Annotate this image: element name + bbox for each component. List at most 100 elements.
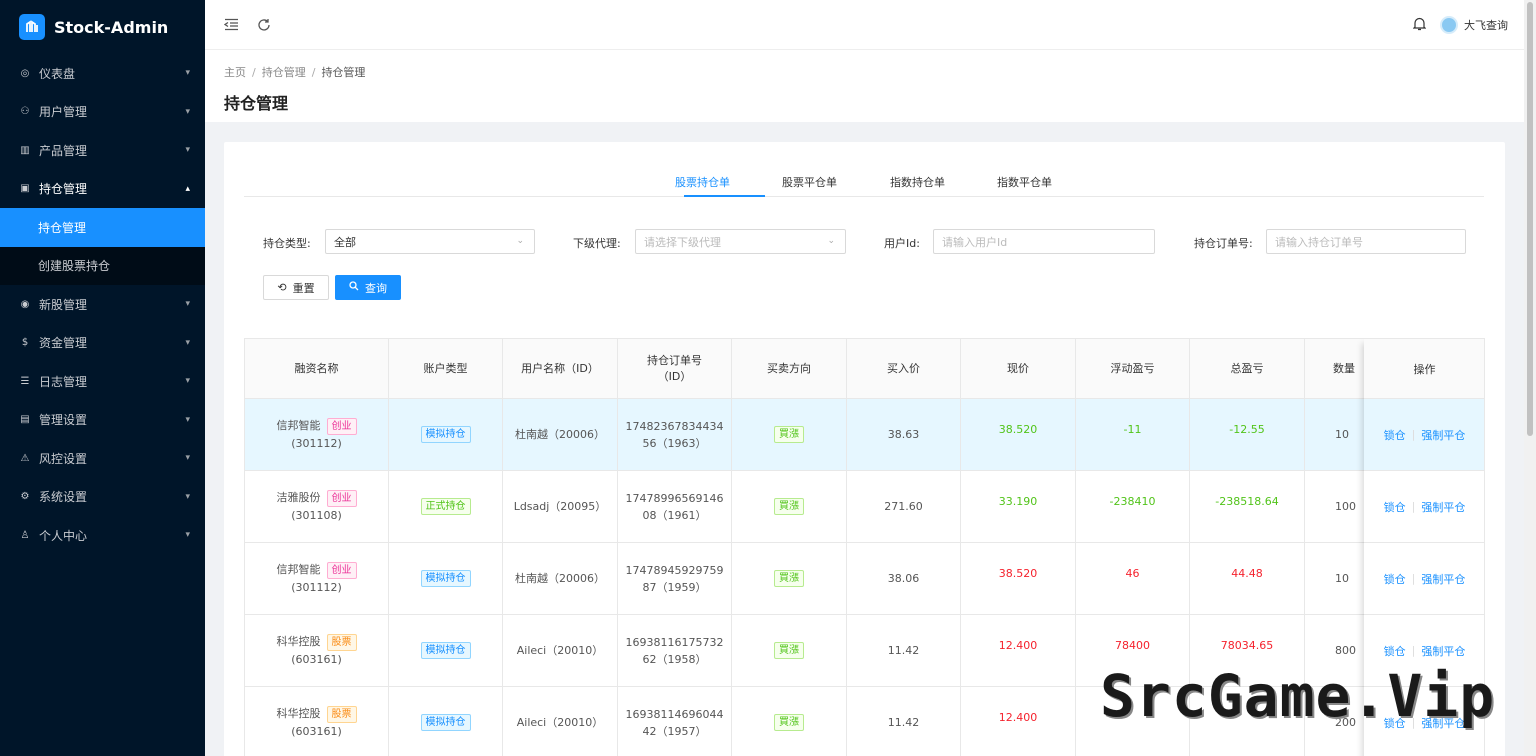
order-line-2: 08（1961） [642,508,707,522]
market-tag: 创业 [326,490,357,507]
sidebar-item-risk[interactable]: ⚠ 风控设置 ▾ [0,439,205,478]
sidebar-item-logs[interactable]: ☰ 日志管理 ▾ [0,362,205,401]
lock-position-link[interactable]: 锁仓 [1384,499,1406,515]
force-close-link[interactable]: 强制平仓 [1421,427,1465,443]
lock-position-link[interactable]: 锁仓 [1384,643,1406,659]
sidebar-item-label: 产品管理 [39,143,88,158]
cell-direction: 買漲 [732,615,847,686]
reset-button[interactable]: ⟲ 重置 [263,275,329,300]
sidebar-item-label: 个人中心 [39,528,88,543]
tab-stock-closed[interactable]: 股票平仓单 [782,174,837,190]
order-line-2: 87（1959） [642,580,707,594]
chevron-down-icon: ▾ [185,299,190,310]
direction-tag: 買漲 [774,642,804,659]
bell-icon[interactable] [1412,17,1427,34]
market-tag: 创业 [326,418,357,435]
sidebar-subitem-position-manage[interactable]: 持仓管理 [0,208,205,247]
lock-position-link[interactable]: 锁仓 [1384,571,1406,587]
sidebar-item-funds[interactable]: $ 资金管理 ▾ [0,324,205,363]
stock-name: 洁雅股份 [276,491,321,504]
breadcrumb: 主页 / 持仓管理 / 持仓管理 [224,66,366,79]
position-type-select[interactable]: 全部 ⌄ [325,229,535,254]
cell-user: Aileci（20010） [503,615,618,686]
cell-direction: 買漲 [732,399,847,470]
query-label: 查询 [365,281,387,295]
stock-name: 信邦智能 [276,419,321,432]
scrollbar-thumb[interactable] [1527,2,1533,436]
cell-name: 科华控股 股票 (603161) [245,687,389,756]
sidebar-item-ipo[interactable]: ◉ 新股管理 ▾ [0,285,205,324]
sidebar-item-profile[interactable]: ♙ 个人中心 ▾ [0,516,205,555]
agent-label: 下级代理: [573,237,621,250]
tab-ink-bar [684,195,765,197]
top-bar-right: 大飞查询 [1412,0,1508,50]
user-icon: ♙ [20,529,30,541]
cell-buy-price: 271.60 [847,471,961,542]
sidebar-item-admin-settings[interactable]: ▤ 管理设置 ▾ [0,401,205,440]
sidebar-item-positions[interactable]: ▣ 持仓管理 ▴ [0,170,205,209]
cell-name: 信邦智能 创业 (301112) [245,543,389,614]
cell-direction: 買漲 [732,471,847,542]
force-close-link[interactable]: 强制平仓 [1421,643,1465,659]
divider: | [1411,644,1416,657]
breadcrumb-positions[interactable]: 持仓管理 [262,66,306,79]
cell-direction: 買漲 [732,543,847,614]
money-icon: $ [21,337,29,349]
cell-buy-price: 38.63 [847,399,961,470]
cell-total-pnl: -12.55 [1190,399,1305,470]
cell-order: 17482367834434 56（1963） [618,399,732,470]
app-logo[interactable]: Stock-Admin [0,0,205,54]
query-button[interactable]: 查询 [335,275,401,300]
divider: | [1411,572,1416,585]
sidebar-item-products[interactable]: ▥ 产品管理 ▾ [0,131,205,170]
direction-tag: 買漲 [774,498,804,515]
sidebar-item-users[interactable]: ⚇ 用户管理 ▾ [0,93,205,132]
tab-index-closed[interactable]: 指数平仓单 [997,174,1052,190]
tab-index-open[interactable]: 指数持仓单 [890,174,945,190]
chevron-down-icon: ⌄ [516,236,524,246]
page-scrollbar[interactable] [1524,0,1536,756]
sidebar-item-system[interactable]: ⚙ 系统设置 ▾ [0,478,205,517]
order-line-1: 17478996569146 [625,491,724,505]
agent-select[interactable]: 请选择下级代理 ⌄ [635,229,846,254]
cell-order: 17478996569146 08（1961） [618,471,732,542]
cell-account-type: 模拟持仓 [389,687,503,756]
force-close-link[interactable]: 强制平仓 [1421,571,1465,587]
lock-position-link[interactable]: 锁仓 [1384,427,1406,443]
refresh-icon[interactable] [256,17,272,33]
sidebar-subitem-create-position[interactable]: 创建股票持仓 [0,247,205,286]
cell-user: Ldsadj（20095） [503,471,618,542]
broadcast-icon: ◉ [20,298,30,310]
sidebar-item-dashboard[interactable]: ◎ 仪表盘 ▾ [0,54,205,93]
chevron-down-icon: ▾ [185,376,190,387]
cell-name: 信邦智能 创业 (301112) [245,399,389,470]
sidebar-item-label: 资金管理 [39,336,88,351]
chevron-down-icon: ▾ [185,145,190,156]
position-type-value: 全部 [334,235,356,249]
table-row: 信邦智能 创业 (301112) 模拟持仓 杜南越（20006） 174789459297… [245,543,1484,615]
reload-icon: ⟲ [277,281,287,294]
tab-bar: 股票持仓单 股票平仓单 指数持仓单 指数平仓单 [244,166,1484,197]
direction-tag: 買漲 [774,570,804,587]
chevron-down-icon: ▾ [185,491,190,502]
order-line-1: 16938114696044 [625,707,724,721]
col-account-type: 账户类型 [389,339,503,398]
order-line-1: 16938116175732 [625,635,724,649]
userid-input[interactable]: 请输入用户Id [933,229,1155,254]
breadcrumb-home[interactable]: 主页 [224,66,246,79]
tab-stock-open[interactable]: 股票持仓单 [675,174,730,190]
menu-fold-icon[interactable] [223,17,239,33]
sidebar-item-label: 用户管理 [39,105,88,120]
order-input[interactable]: 请输入持仓订单号 [1266,229,1466,254]
cell-total-pnl: 44.48 [1190,543,1305,614]
order-line-1: 17478945929759 [625,563,724,577]
stock-code: (603161) [291,725,342,738]
force-close-link[interactable]: 强制平仓 [1421,499,1465,515]
market-tag: 股票 [326,706,357,723]
breadcrumb-current: 持仓管理 [321,66,366,79]
cell-float-pnl: 46 [1076,543,1190,614]
col-total-pnl: 总盈亏 [1190,339,1305,398]
cell-user: Aileci（20010） [503,687,618,756]
user-menu[interactable]: 大飞查询 [1440,16,1508,34]
cell-user: 杜南越（20006） [503,543,618,614]
